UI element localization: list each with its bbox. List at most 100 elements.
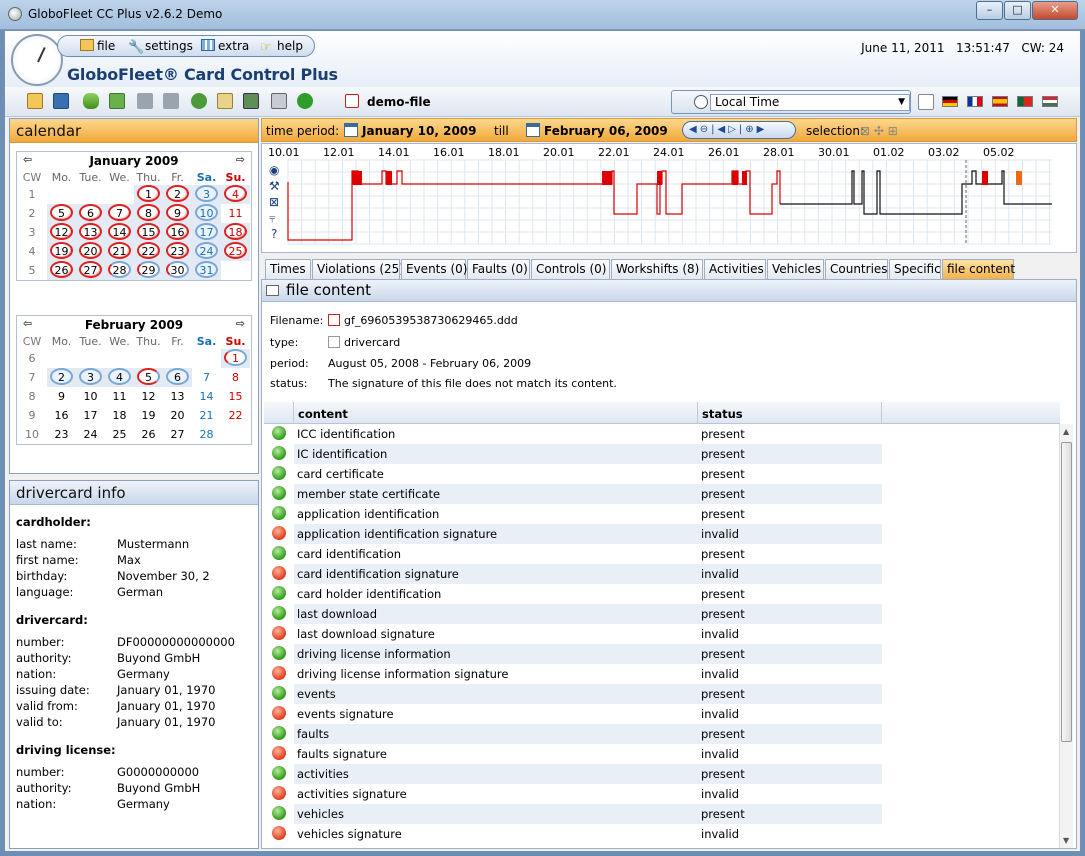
scrollbar-thumb[interactable] bbox=[1061, 442, 1072, 742]
print-icon[interactable] bbox=[271, 93, 287, 109]
tab-violations[interactable]: Violations (25) bbox=[312, 259, 404, 279]
prev-month-icon[interactable]: ⇦ bbox=[23, 153, 32, 166]
next-month-icon[interactable]: ⇨ bbox=[236, 317, 245, 330]
calendar-day[interactable]: 15 bbox=[221, 387, 250, 406]
calendar-day[interactable]: 16 bbox=[47, 406, 76, 425]
calendar-day[interactable]: 4 bbox=[221, 185, 250, 204]
checklist-icon[interactable] bbox=[918, 94, 934, 110]
calendar-day[interactable]: 14 bbox=[105, 223, 134, 242]
calendar-day[interactable]: 26 bbox=[47, 261, 76, 280]
calendar-icon[interactable] bbox=[526, 123, 540, 137]
period-to[interactable]: February 06, 2009 bbox=[544, 124, 668, 138]
table-row[interactable]: card identification present bbox=[264, 544, 1060, 564]
table-row[interactable]: last download signature invalid bbox=[264, 624, 1060, 644]
timezone-select[interactable]: Local Time ▼ bbox=[710, 94, 910, 111]
mail-icon[interactable] bbox=[217, 93, 233, 109]
database-icon[interactable] bbox=[83, 93, 99, 109]
calendar-day[interactable]: 31 bbox=[192, 261, 221, 280]
calendar-day[interactable]: 5 bbox=[134, 368, 163, 387]
table-row[interactable]: faults signature invalid bbox=[264, 744, 1060, 764]
table-row[interactable]: events signature invalid bbox=[264, 704, 1060, 724]
tab-faults[interactable]: Faults (0) bbox=[467, 259, 530, 279]
calendar-day[interactable]: 1 bbox=[221, 349, 250, 368]
calendar-day[interactable]: 7 bbox=[105, 204, 134, 223]
calendar-day[interactable]: 25 bbox=[105, 425, 134, 444]
flag-spanish-icon[interactable] bbox=[992, 96, 1008, 107]
calendar-day[interactable]: 12 bbox=[134, 387, 163, 406]
tab-workshifts[interactable]: Workshifts (8) bbox=[611, 259, 703, 279]
calendar-day[interactable]: 3 bbox=[192, 185, 221, 204]
calendar-day[interactable]: 1 bbox=[134, 185, 163, 204]
calendar-day[interactable]: 19 bbox=[47, 242, 76, 261]
calendar-day[interactable]: 20 bbox=[76, 242, 105, 261]
scroll-down-icon[interactable]: ▼ bbox=[1063, 836, 1069, 845]
flag-hungarian-icon[interactable] bbox=[1042, 96, 1058, 107]
table-row[interactable]: card certificate present bbox=[264, 464, 1060, 484]
calendar-day[interactable]: 13 bbox=[163, 387, 192, 406]
calendar-day[interactable]: 22 bbox=[134, 242, 163, 261]
tab-countries[interactable]: Countries bbox=[825, 259, 888, 279]
selection-tool-icons[interactable]: ⊠ ✣ ⊞ bbox=[860, 124, 898, 138]
table-row[interactable]: events present bbox=[264, 684, 1060, 704]
calendar-day[interactable]: 23 bbox=[163, 242, 192, 261]
calendar-day[interactable]: 24 bbox=[76, 425, 105, 444]
calendar-day[interactable]: 26 bbox=[134, 425, 163, 444]
calendar-day[interactable]: 25 bbox=[221, 242, 250, 261]
calendar-day[interactable]: 18 bbox=[105, 406, 134, 425]
tab-events[interactable]: Events (0) bbox=[401, 259, 467, 279]
tab-vehicles[interactable]: Vehicles bbox=[767, 259, 824, 279]
calendar-day[interactable]: 17 bbox=[192, 223, 221, 242]
period-from[interactable]: January 10, 2009 bbox=[362, 124, 477, 138]
export-excel-icon[interactable] bbox=[243, 93, 259, 109]
menu-file[interactable]: file bbox=[80, 39, 115, 53]
calendar-day[interactable]: 19 bbox=[134, 406, 163, 425]
calendar-day[interactable]: 8 bbox=[221, 368, 250, 387]
calendar-day[interactable]: 9 bbox=[163, 204, 192, 223]
menu-help[interactable]: ☞ help bbox=[260, 39, 303, 55]
tab-file[interactable]: file content bbox=[942, 259, 1015, 279]
close-button[interactable]: ✕ bbox=[1032, 1, 1078, 20]
calendar-day[interactable]: 27 bbox=[76, 261, 105, 280]
flag-portuguese-icon[interactable] bbox=[1017, 96, 1033, 107]
timeline-svg[interactable]: 10.01 12.01 14.01 16.01 18.01 20.01 22.01 24.01… bbox=[262, 144, 1076, 252]
calendar-day[interactable]: 22 bbox=[221, 406, 250, 425]
calendar-day[interactable]: 9 bbox=[47, 387, 76, 406]
calendar-day[interactable]: 10 bbox=[76, 387, 105, 406]
minimize-button[interactable]: – bbox=[976, 1, 1003, 20]
table-row[interactable]: member state certificate present bbox=[264, 484, 1060, 504]
calendar-day[interactable]: 18 bbox=[221, 223, 250, 242]
menu-extra[interactable]: extra bbox=[201, 39, 249, 53]
calendar-icon[interactable] bbox=[344, 123, 358, 137]
table-row[interactable]: vehicles signature invalid bbox=[264, 824, 1060, 844]
table-row[interactable]: last download present bbox=[264, 604, 1060, 624]
tab-controls[interactable]: Controls (0) bbox=[531, 259, 610, 279]
table-row[interactable]: driving license information signature inv… bbox=[264, 664, 1060, 684]
table-row[interactable]: driving license information present bbox=[264, 644, 1060, 664]
import-icon[interactable] bbox=[109, 93, 125, 109]
scroll-up-icon[interactable]: ▲ bbox=[1063, 427, 1069, 436]
maximize-button[interactable]: □ bbox=[1004, 1, 1031, 20]
table-row[interactable]: card identification signature invalid bbox=[264, 564, 1060, 584]
table-row[interactable]: ICC identification present bbox=[264, 424, 1060, 444]
menu-settings[interactable]: 🔧settings bbox=[128, 39, 193, 55]
calendar-day[interactable]: 6 bbox=[163, 368, 192, 387]
calendar-day[interactable]: 14 bbox=[192, 387, 221, 406]
column-status[interactable]: status bbox=[698, 402, 882, 423]
calendar-day[interactable]: 11 bbox=[105, 387, 134, 406]
calendar-day[interactable]: 16 bbox=[163, 223, 192, 242]
tab-times[interactable]: Times bbox=[265, 259, 311, 279]
calendar-day[interactable]: 7 bbox=[192, 368, 221, 387]
calendar-day[interactable]: 8 bbox=[134, 204, 163, 223]
calendar-day[interactable]: 2 bbox=[47, 368, 76, 387]
table-row[interactable]: card holder identification present bbox=[264, 584, 1060, 604]
flag-french-icon[interactable] bbox=[967, 96, 983, 107]
refresh-icon[interactable] bbox=[297, 93, 313, 109]
calendar-day[interactable]: 21 bbox=[192, 406, 221, 425]
calendar-day[interactable]: 30 bbox=[163, 261, 192, 280]
table-row[interactable]: activities present bbox=[264, 764, 1060, 784]
save-disk-icon[interactable] bbox=[53, 93, 69, 109]
calendar-day[interactable]: 15 bbox=[134, 223, 163, 242]
column-content[interactable]: content bbox=[294, 402, 698, 423]
calendar-day[interactable]: 2 bbox=[163, 185, 192, 204]
calendar-day[interactable]: 13 bbox=[76, 223, 105, 242]
